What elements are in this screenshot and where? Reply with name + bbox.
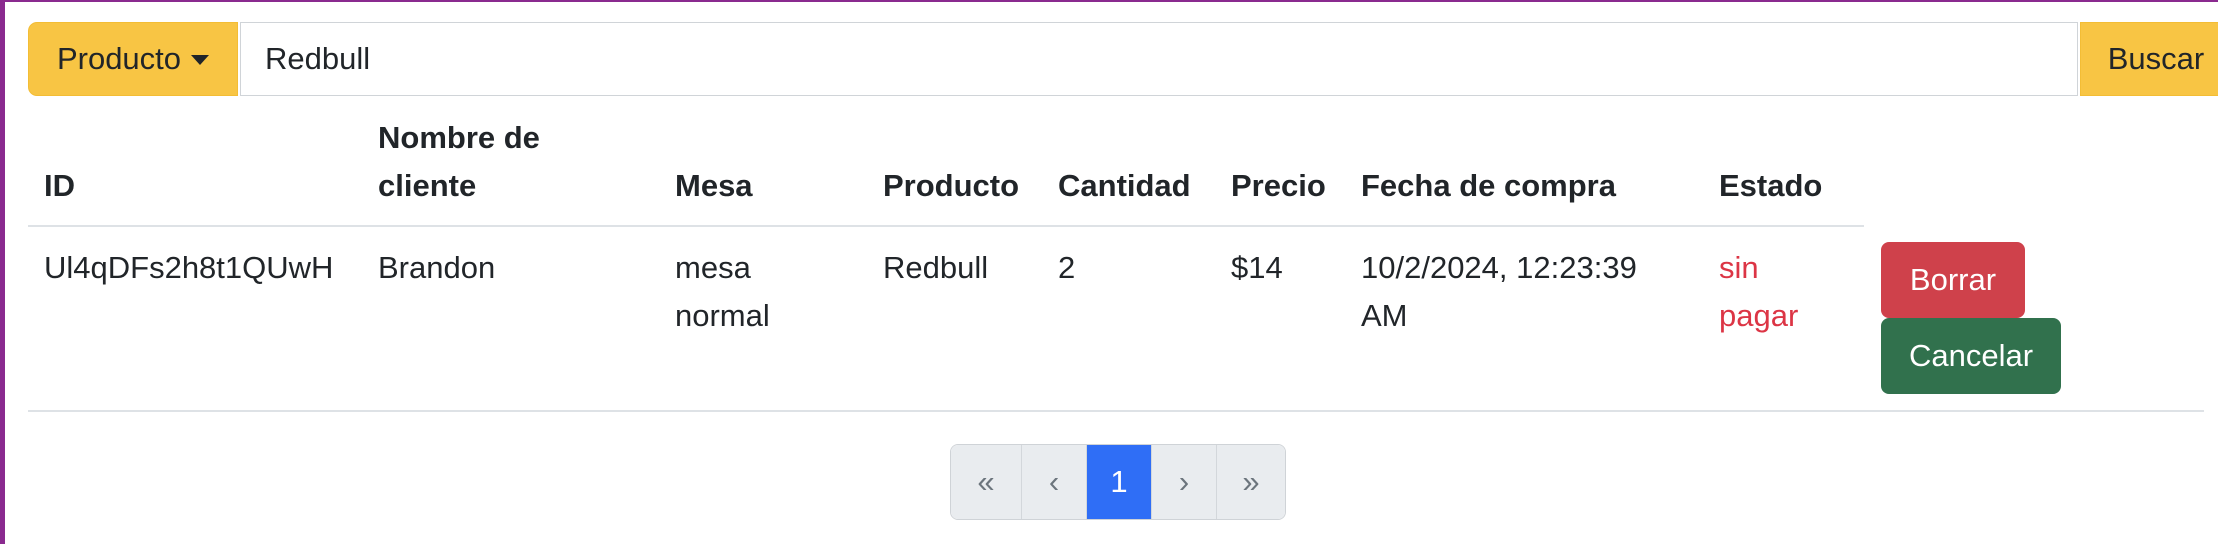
header-producto: Producto: [883, 168, 1020, 203]
delete-button[interactable]: Borrar: [1881, 242, 2025, 318]
header-mesa: Mesa: [675, 168, 753, 203]
header-estado: Estado: [1719, 168, 1823, 203]
header-cliente-line2: cliente: [378, 168, 477, 203]
header-cliente-line1: Nombre de: [378, 120, 540, 155]
search-input[interactable]: [240, 22, 2078, 96]
search-button[interactable]: Buscar: [2080, 22, 2218, 96]
header-id: ID: [44, 168, 75, 203]
header-precio: Precio: [1231, 168, 1326, 203]
pagination-page-1[interactable]: 1: [1087, 445, 1152, 519]
cell-fecha-line2: AM: [1361, 298, 1408, 333]
cell-fecha-line1: 10/2/2024, 12:23:39: [1361, 250, 1637, 285]
header-fecha: Fecha de compra: [1361, 168, 1616, 203]
caret-down-icon: [191, 55, 210, 65]
status-text-line1: sin: [1719, 250, 1759, 285]
dropdown-label: Producto: [56, 41, 182, 76]
cell-mesa-line1: mesa: [675, 250, 751, 285]
header-cantidad: Cantidad: [1058, 168, 1191, 203]
pagination-next[interactable]: ›: [1152, 445, 1217, 519]
cell-mesa-line2: normal: [675, 298, 770, 333]
cell-cantidad: 2: [1058, 250, 1076, 285]
row-divider: [28, 410, 2204, 412]
pagination-first[interactable]: «: [951, 445, 1022, 519]
pagination: « ‹ 1 › »: [950, 444, 1286, 520]
pagination-prev[interactable]: ‹: [1022, 445, 1087, 519]
status-text-line2: pagar: [1719, 298, 1799, 333]
cell-precio: $14: [1231, 250, 1283, 285]
pagination-last[interactable]: »: [1217, 445, 1285, 519]
cell-producto: Redbull: [883, 250, 989, 285]
product-filter-dropdown[interactable]: Producto: [28, 22, 238, 96]
header-divider: [28, 225, 1864, 227]
cell-id: Ul4qDFs2h8t1QUwH: [44, 250, 334, 285]
cell-cliente: Brandon: [378, 250, 496, 285]
cancel-button[interactable]: Cancelar: [1881, 318, 2061, 394]
search-bar: Producto Buscar: [28, 22, 2218, 96]
